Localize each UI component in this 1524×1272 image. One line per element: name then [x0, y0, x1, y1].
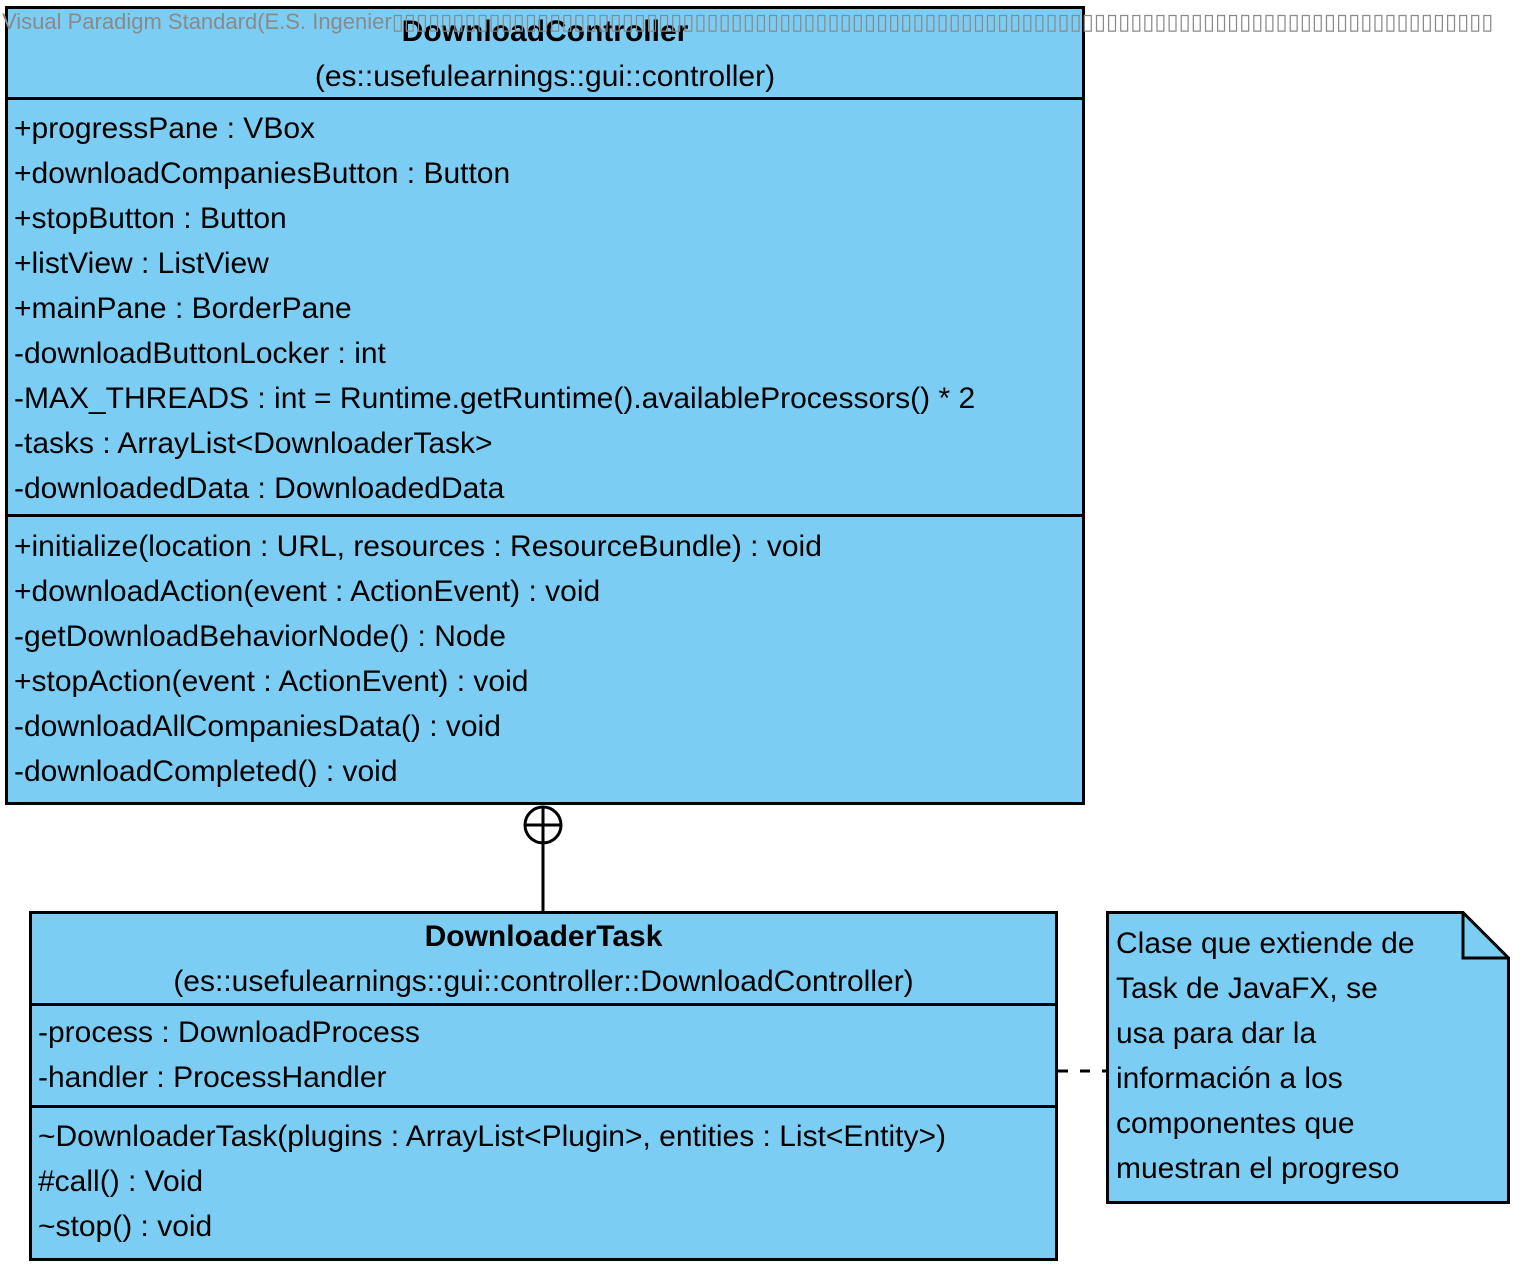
- nesting-connector[interactable]: [523, 805, 563, 911]
- connectors: [523, 805, 1106, 1073]
